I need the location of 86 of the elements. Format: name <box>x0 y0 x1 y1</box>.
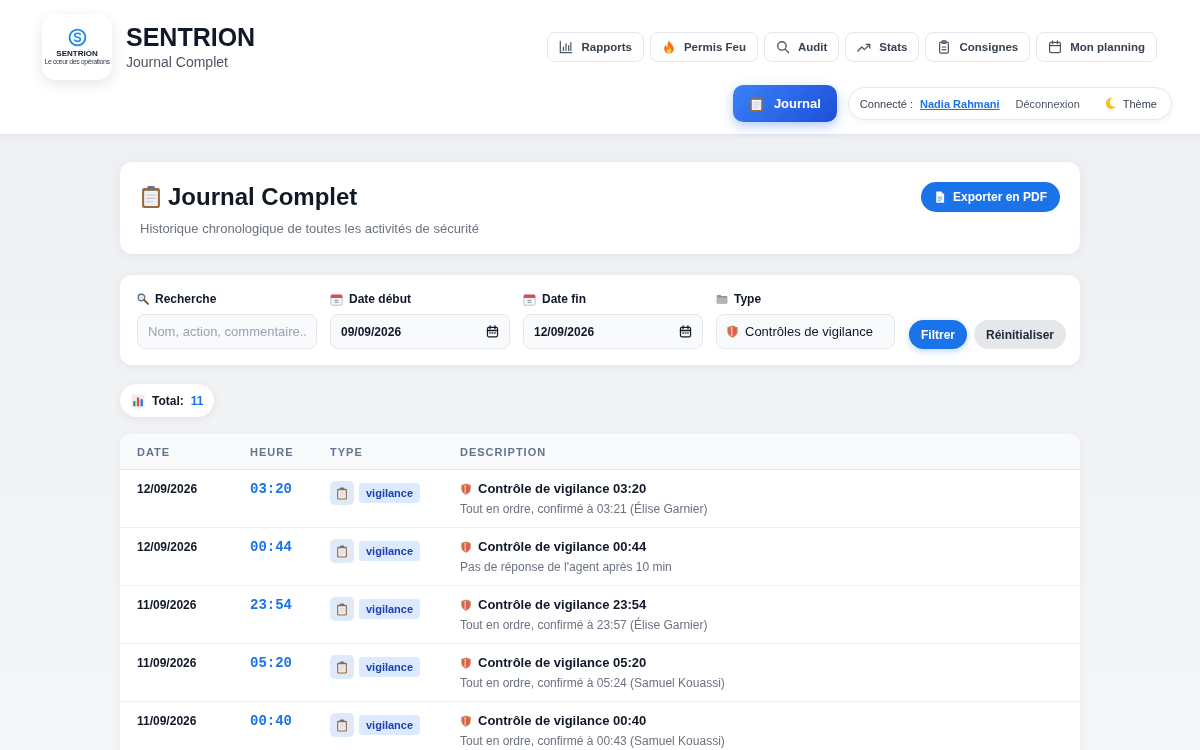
time-cell: 05:20 <box>250 654 292 672</box>
clipboard-icon <box>330 539 354 563</box>
user-link[interactable]: Nadia Rahmani <box>920 97 1000 110</box>
column-header: TYPE <box>330 445 364 458</box>
total-count: 11 <box>190 393 204 408</box>
field-label: Date début <box>349 292 411 306</box>
nav-button[interactable]: Stats <box>845 32 920 62</box>
moon-icon <box>1103 97 1117 110</box>
clipboard-icon <box>937 40 952 54</box>
calendar-icon <box>486 325 499 338</box>
entry-title: Contrôle de vigilance 03:20 <box>478 480 647 498</box>
date-cell-text: 11/09/2026 <box>137 713 197 730</box>
page-title: Journal Complet <box>168 182 358 212</box>
logout-link[interactable]: Déconnexion <box>1015 97 1080 110</box>
shield-icon <box>460 599 472 611</box>
type-badge: vigilance <box>359 541 421 561</box>
date-cell-text: 12/09/2026 <box>137 481 198 498</box>
field-label: Date fin <box>542 292 586 306</box>
page-description: Historique chronologique de toutes les activités de sécurité <box>140 221 479 237</box>
column-header: DESCRIPTION <box>460 445 548 458</box>
folder-icon <box>716 293 728 305</box>
logo-icon <box>67 28 87 47</box>
clipboard-icon <box>330 655 354 679</box>
filter-button[interactable]: Filtrer <box>909 320 967 349</box>
date-cell-text: 12/09/2026 <box>137 539 198 556</box>
time-cell: 03:20 <box>250 480 292 498</box>
type-badge: vigilance <box>359 657 421 677</box>
logo-text: SENTRION <box>56 49 98 58</box>
nav-button[interactable]: Rapports <box>547 32 644 62</box>
shield-icon <box>460 483 472 495</box>
entry-title: Contrôle de vigilance 00:40 <box>478 712 647 730</box>
search-field[interactable]: Nom, action, commentaire.. <box>137 314 317 349</box>
search-icon <box>775 40 790 54</box>
entry-detail: Tout en ordre, confirmé à 03:21 (Élise Garnier) <box>460 501 709 517</box>
shield-icon <box>460 715 472 727</box>
type-badge: vigilance <box>359 483 421 503</box>
journal-button[interactable]: Journal <box>732 85 837 122</box>
page-subtitle: Journal Complet <box>126 53 229 71</box>
shield-icon <box>726 324 739 339</box>
date-field[interactable]: 09/09/2026 <box>330 314 510 349</box>
nav-button[interactable]: Mon planning <box>1036 32 1157 62</box>
time-cell: 00:44 <box>250 538 292 556</box>
document-icon <box>933 191 946 203</box>
field-label: Type <box>734 292 762 306</box>
entry-detail: Pas de réponse de l'agent après 10 min <box>460 559 673 575</box>
clipboard-icon <box>140 185 162 209</box>
date-cell-text: 11/09/2026 <box>137 655 197 672</box>
total-label: Total: <box>152 393 184 408</box>
calendar-icon <box>679 325 692 338</box>
column-header: HEURE <box>250 445 295 458</box>
nav-button[interactable]: Consignes <box>925 32 1031 62</box>
magnifier-icon <box>137 293 149 305</box>
type-badge: vigilance <box>359 599 421 619</box>
field-label: Recherche <box>155 292 217 306</box>
entry-detail: Tout en ordre, confirmé à 00:43 (Samuel Kouassi) <box>460 733 726 749</box>
column-header: DATE <box>137 445 172 458</box>
bar-chart-icon <box>559 40 574 54</box>
calendar-icon <box>330 292 343 306</box>
type-select[interactable]: Contrôles de vigilance <box>716 314 895 349</box>
flame-icon <box>661 40 676 54</box>
connected-label: Connecté : <box>859 97 914 110</box>
entry-detail: Tout en ordre, confirmé à 23:57 (Élise Garnier) <box>460 617 709 633</box>
type-badge: vigilance <box>359 715 421 735</box>
time-cell: 00:40 <box>250 712 292 730</box>
clipboard-icon <box>330 713 354 737</box>
export-pdf-button[interactable]: Exporter en PDF <box>920 182 1060 212</box>
shield-icon <box>460 657 472 669</box>
clipboard-icon <box>330 597 354 621</box>
entry-title: Contrôle de vigilance 00:44 <box>478 538 647 556</box>
entry-title: Contrôle de vigilance 05:20 <box>478 654 647 672</box>
time-cell: 23:54 <box>250 596 292 614</box>
clipboard-icon <box>330 481 354 505</box>
entry-title: Contrôle de vigilance 23:54 <box>478 596 647 614</box>
theme-toggle[interactable]: Thème <box>1103 97 1157 110</box>
date-cell-text: 11/09/2026 <box>137 597 197 614</box>
reset-button[interactable]: Réinitialiser <box>974 320 1067 349</box>
date-field[interactable]: 12/09/2026 <box>523 314 703 349</box>
calendar-icon <box>1048 40 1063 54</box>
bar-chart-icon <box>131 393 145 408</box>
shield-icon <box>460 541 472 553</box>
calendar-icon <box>523 292 536 306</box>
nav-button[interactable]: Audit <box>763 32 840 62</box>
nav-button[interactable]: Permis Feu <box>649 32 758 62</box>
clipboard-icon <box>748 95 764 112</box>
app-title: SENTRION <box>126 23 256 51</box>
entry-detail: Tout en ordre, confirmé à 05:24 (Samuel Kouassi) <box>460 675 726 691</box>
